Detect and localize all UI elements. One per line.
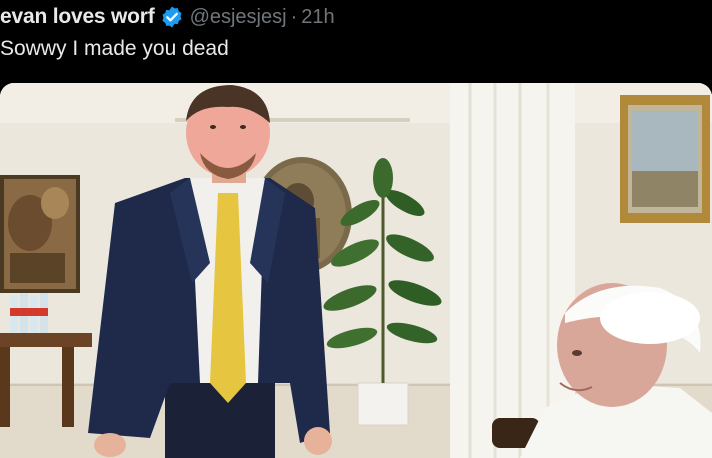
photo-illustration [0, 83, 712, 458]
verified-badge-icon[interactable] [160, 5, 184, 29]
separator-dot: · [290, 5, 298, 28]
timestamp[interactable]: 21h [301, 6, 334, 29]
right-painting [620, 95, 710, 223]
display-name[interactable]: evan loves worf [0, 5, 155, 29]
user-handle[interactable]: @esjesjesj [190, 6, 287, 29]
tweet[interactable]: evan loves worf @esjesjesj · 21h Sowwy I… [0, 0, 712, 458]
tweet-text: Sowwy I made you dead [0, 37, 229, 60]
curtain [450, 83, 575, 458]
tweet-header: evan loves worf @esjesjesj · 21h [0, 2, 335, 32]
left-painting [0, 175, 80, 293]
tweet-photo[interactable] [0, 83, 712, 458]
